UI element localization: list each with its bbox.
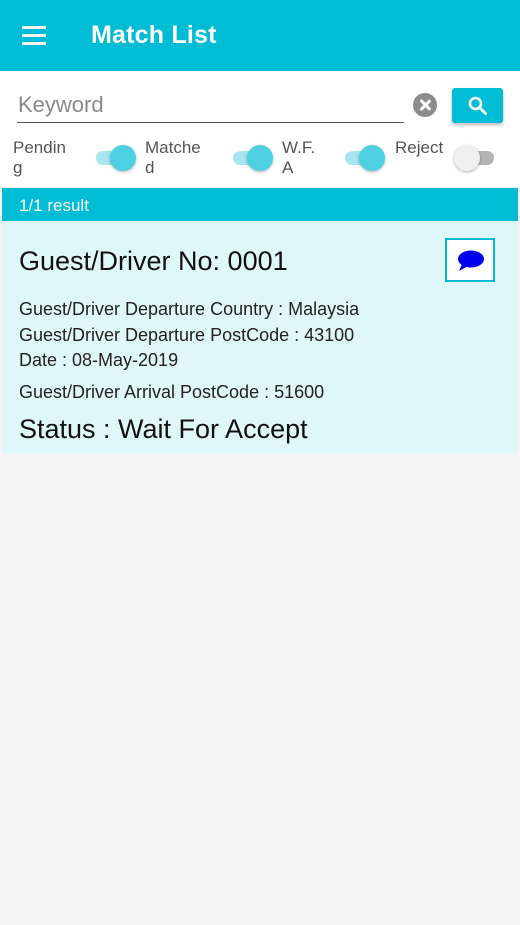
- toggle-reject[interactable]: [454, 144, 498, 172]
- departure-date: Date : 08-May-2019: [19, 350, 179, 370]
- app-bar: Match List: [0, 0, 520, 71]
- toggle-thumb: [454, 145, 480, 171]
- hamburger-menu-icon[interactable]: [22, 26, 48, 46]
- match-status: Status : Wait For Accept: [19, 414, 308, 444]
- search-bar: [0, 71, 520, 131]
- filter-label-reject: Reject: [395, 138, 444, 157]
- match-card[interactable]: Guest/Driver No: 0001 Guest/Driver Depar…: [2, 221, 518, 453]
- search-button[interactable]: [452, 88, 503, 123]
- arrival-postcode: Guest/Driver Arrival PostCode : 51600: [19, 382, 325, 402]
- search-icon: [468, 96, 487, 115]
- toggle-wfa[interactable]: [343, 144, 385, 172]
- result-count-bar: 1/1 result: [2, 188, 518, 221]
- toggle-thumb: [247, 145, 273, 171]
- filter-label-matched: Matched: [145, 138, 201, 177]
- departure-country: Guest/Driver Departure Country : Malaysi…: [19, 299, 360, 319]
- toggle-pending[interactable]: [94, 144, 136, 172]
- departure-postcode: Guest/Driver Departure PostCode : 43100: [19, 325, 355, 345]
- result-count: 1/1 result: [19, 196, 89, 215]
- status-filter-row: Pending Matched W.F.A Reject: [0, 131, 520, 187]
- toggle-thumb: [359, 145, 385, 171]
- chat-bubble-icon: [458, 250, 484, 271]
- clear-circle-icon[interactable]: [413, 93, 437, 117]
- toggle-thumb: [110, 145, 136, 171]
- filter-label-pending: Pending: [13, 138, 66, 177]
- chat-button[interactable]: [445, 238, 495, 282]
- filter-label-wfa: W.F.A: [282, 138, 316, 177]
- page-title: Match List: [91, 21, 217, 49]
- match-card-title: Guest/Driver No: 0001: [19, 246, 288, 276]
- keyword-search-input[interactable]: [17, 89, 404, 123]
- toggle-matched[interactable]: [231, 144, 273, 172]
